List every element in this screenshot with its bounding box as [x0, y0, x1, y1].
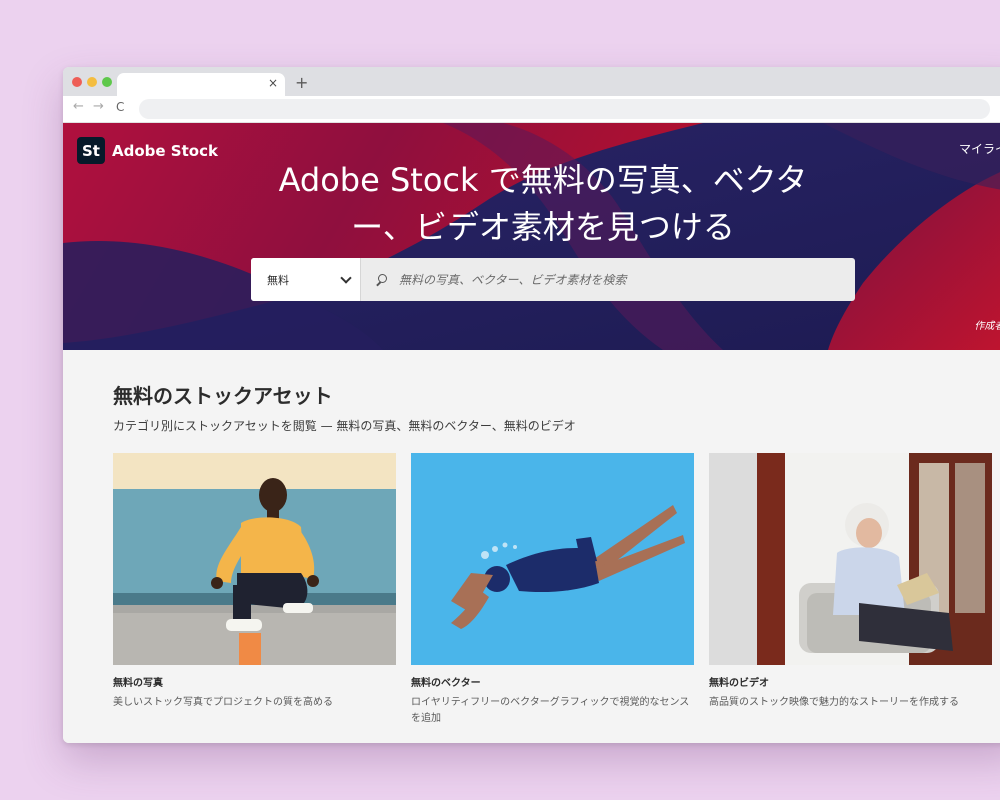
photo-man-crouching-image [113, 453, 396, 665]
card-description: 高品質のストック映像で魅力的なストーリーを作成する [709, 697, 959, 708]
browser-tab[interactable]: × [117, 73, 285, 96]
back-arrow-icon[interactable]: ← [73, 99, 84, 114]
maximize-window-button[interactable] [102, 77, 112, 87]
section-subtitle: カテゴリ別にストックアセットを閲覧 — 無料の写真、無料のベクター、無料のビデオ [113, 419, 576, 433]
address-bar[interactable] [139, 99, 990, 119]
video-woman-reading-image [709, 453, 992, 665]
hero-headline: Adobe Stock で無料の写真、ベクタ ー、ビデオ素材を見つける [248, 157, 838, 251]
reload-icon[interactable]: C [116, 100, 124, 114]
card-title[interactable]: 無料のベクター [411, 674, 694, 689]
st-logo-mark: St [77, 137, 105, 164]
headline-line-2: ー、ビデオ素材を見つける [351, 208, 735, 246]
filter-value: 無料 [267, 273, 289, 287]
search-icon [376, 273, 388, 286]
vector-swimmer-image [411, 453, 694, 665]
new-tab-button[interactable]: + [295, 73, 308, 92]
search-placeholder: 無料の写真、ベクター、ビデオ素材を検索 [399, 273, 627, 287]
card-thumbnail-video[interactable] [709, 453, 992, 665]
card-title[interactable]: 無料のビデオ [709, 674, 992, 689]
card-title[interactable]: 無料の写真 [113, 674, 396, 689]
card-description: 美しいストック写真でプロジェクトの質を高める [113, 697, 333, 708]
card-free-photos[interactable]: 無料の写真 美しいストック写真でプロジェクトの質を高める [113, 453, 396, 711]
card-thumbnail-photo[interactable] [113, 453, 396, 665]
browser-toolbar: ← → C [63, 96, 1000, 123]
close-tab-icon[interactable]: × [268, 76, 278, 90]
section-title: 無料のストックアセット [113, 384, 333, 408]
card-free-vectors[interactable]: 無料のベクター ロイヤリティフリーのベクターグラフィックで視覚的なセンスを追加 [411, 453, 694, 727]
card-description: ロイヤリティフリーのベクターグラフィックで視覚的なセンスを追加 [411, 697, 690, 724]
close-window-button[interactable] [72, 77, 82, 87]
card-thumbnail-vector[interactable] [411, 453, 694, 665]
image-credit[interactable]: 作成者 : Gst [974, 317, 1000, 332]
tab-bar: × + [63, 67, 1000, 96]
main-content: 無料のストックアセット カテゴリ別にストックアセットを閲覧 — 無料の写真、無料… [63, 350, 1000, 743]
brand-name: Adobe Stock [112, 141, 218, 160]
card-free-videos[interactable]: 無料のビデオ 高品質のストック映像で魅力的なストーリーを作成する [709, 453, 992, 711]
chevron-down-icon [340, 271, 352, 284]
hero-banner: St Adobe Stock マイライブラ Adobe Stock で無料の写真… [63, 123, 1000, 350]
search-input[interactable]: 無料の写真、ベクター、ビデオ素材を検索 [361, 258, 855, 301]
search-bar: 無料 無料の写真、ベクター、ビデオ素材を検索 [251, 258, 855, 301]
headline-line-1: Adobe Stock で無料の写真、ベクタ [278, 161, 808, 199]
asset-filter-dropdown[interactable]: 無料 [251, 258, 361, 301]
forward-arrow-icon[interactable]: → [93, 99, 104, 114]
my-library-link[interactable]: マイライブラ [959, 140, 1000, 157]
minimize-window-button[interactable] [87, 77, 97, 87]
adobe-stock-logo[interactable]: St Adobe Stock [77, 137, 218, 164]
browser-window: × + ← → C St Adobe Stock マイラ Adobe Stock… [63, 67, 1000, 743]
